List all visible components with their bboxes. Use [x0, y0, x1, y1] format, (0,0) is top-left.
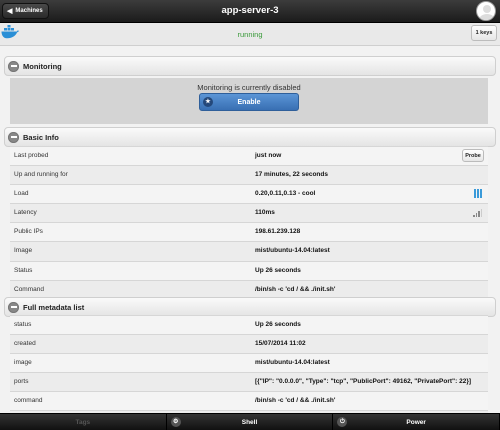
table-row: status Up 26 seconds [10, 316, 488, 336]
row-key: Public IPs [14, 228, 43, 236]
row-key: image [14, 359, 32, 367]
row-value: 17 minutes, 22 seconds [255, 171, 328, 179]
avatar[interactable] [476, 1, 496, 21]
table-row: Load 0.20,0.11,0.13 - cool [10, 185, 488, 205]
row-value: [{"IP": "0.0.0.0", "Type": "tcp", "Publi… [255, 378, 472, 386]
row-key: Image [14, 247, 33, 255]
row-value: 110ms [255, 209, 275, 217]
row-value: Up 26 seconds [255, 266, 301, 274]
monitoring-heading: Monitoring [23, 61, 62, 71]
machine-state: running [237, 30, 263, 39]
metadata-section: Full metadata list [4, 297, 496, 317]
shell-button[interactable]: ⚙ Shell [167, 414, 334, 430]
table-row: Image mist/ubuntu-14.04:latest [10, 242, 488, 262]
gear-icon: ⚙ [170, 417, 181, 427]
row-key: Load [14, 190, 29, 198]
table-row: Status Up 26 seconds [10, 261, 488, 281]
table-row: image mist/ubuntu-14.04:latest [10, 354, 488, 374]
page-title: app-server-3 [221, 5, 279, 16]
avatar-head [483, 5, 491, 13]
table-row: command /bin/sh -c 'cd / && ./init.sh' [10, 392, 488, 412]
row-value: mist/ubuntu-14.04:latest [255, 359, 330, 367]
load-bars-icon [474, 189, 482, 199]
bottom-toolbar: Tags ⚙ Shell ⏻ Power [0, 413, 500, 430]
row-value: mist/ubuntu-14.04:latest [255, 247, 330, 255]
metadata-header[interactable]: Full metadata list [4, 297, 496, 317]
row-key: command [14, 397, 43, 405]
row-value: /bin/sh -c 'cd / && ./init.sh' [255, 285, 336, 293]
minus-circle-icon [8, 301, 19, 313]
power-label: Power [406, 418, 426, 426]
row-value: just now [255, 152, 282, 159]
row-value: /bin/sh -c 'cd / && ./init.sh' [255, 397, 336, 405]
monitoring-panel: Monitoring is currently disabled ★ Enabl… [10, 78, 488, 124]
row-key: Last probed [14, 152, 49, 159]
monitoring-header[interactable]: Monitoring [4, 56, 496, 76]
machine-details: Monitoring Monitoring is currently disab… [0, 47, 500, 413]
row-value: 0.20,0.11,0.13 - cool [255, 190, 316, 198]
table-row: ports [{"IP": "0.0.0.0", "Type": "tcp", … [10, 373, 488, 393]
row-key: Command [14, 285, 44, 293]
row-key: Up and running for [14, 171, 68, 179]
basic-info-heading: Basic Info [23, 132, 59, 142]
power-icon: ⏻ [337, 417, 348, 427]
table-row: created 15/07/2014 11:02 [10, 335, 488, 355]
keys-button[interactable]: 1 keys [471, 25, 497, 41]
basic-info-section: Basic Info [4, 127, 496, 147]
metadata-table: status Up 26 seconds created 15/07/2014 … [10, 315, 488, 413]
monitoring-message: Monitoring is currently disabled [197, 83, 301, 92]
enable-monitoring-button[interactable]: ★ Enable [199, 93, 299, 111]
metadata-heading: Full metadata list [23, 302, 85, 312]
row-value: Up 26 seconds [255, 321, 301, 328]
star-icon: ★ [203, 97, 213, 107]
top-bar: ◀ Machines app-server-3 [0, 0, 500, 23]
shell-label: Shell [241, 418, 258, 426]
row-key: Latency [14, 209, 37, 217]
minus-circle-icon [8, 60, 19, 72]
row-key: created [14, 340, 36, 348]
tags-button[interactable]: Tags [0, 414, 167, 430]
signal-icon [473, 209, 482, 218]
power-button[interactable]: ⏻ Power [333, 414, 500, 430]
monitoring-section: Monitoring [4, 56, 496, 76]
row-key: Status [14, 266, 33, 274]
table-row: Public IPs 198.61.239.128 [10, 223, 488, 243]
basic-info-header[interactable]: Basic Info [4, 127, 496, 147]
row-key: status [14, 321, 32, 328]
row-value: 198.61.239.128 [255, 228, 301, 236]
enable-label: Enable [237, 98, 261, 106]
tags-label: Tags [75, 418, 91, 426]
row-key: ports [14, 378, 29, 386]
table-row: Up and running for 17 minutes, 22 second… [10, 166, 488, 186]
avatar-body [479, 14, 495, 20]
row-value: 15/07/2014 11:02 [255, 340, 306, 348]
minus-circle-icon [8, 131, 19, 143]
table-row: Latency 110ms [10, 204, 488, 224]
probe-button[interactable]: Probe [462, 149, 484, 162]
table-row: Last probed just now Probe [10, 147, 488, 167]
machine-status-bar: running 1 keys [0, 23, 500, 46]
basic-info-table: Last probed just now Probe Up and runnin… [10, 146, 488, 300]
